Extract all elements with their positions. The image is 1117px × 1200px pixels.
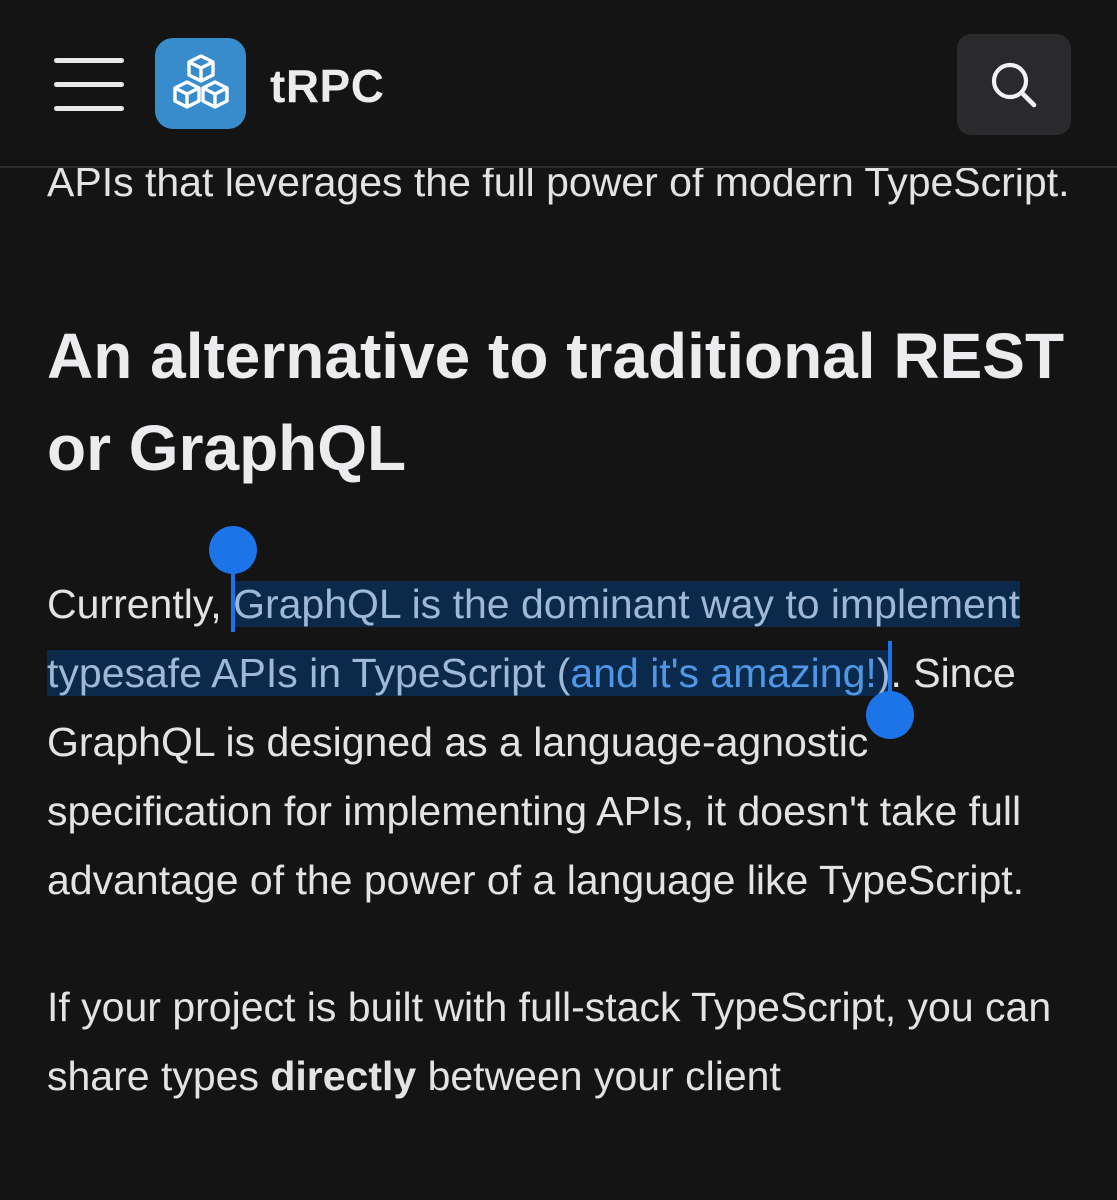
menu-bar — [54, 82, 124, 87]
top-navbar: tRPC — [0, 0, 1117, 168]
paragraph-graphql: Currently, GraphQL is the dominant way t… — [47, 526, 1077, 915]
paragraph-fullstack: If your project is built with full-stack… — [47, 973, 1077, 1111]
cubes-logo-svg — [172, 53, 229, 109]
article-content: APIs that leverages the full power of mo… — [47, 148, 1077, 1111]
cubes-logo-icon[interactable] — [155, 38, 246, 129]
section-heading: An alternative to traditional REST or Gr… — [47, 320, 1065, 484]
hamburger-menu-icon[interactable] — [54, 58, 124, 112]
menu-bar — [54, 106, 124, 111]
menu-bar — [54, 58, 124, 63]
paragraph-end: between your client — [416, 1053, 781, 1099]
search-button[interactable] — [957, 34, 1071, 135]
selection-handle-knob[interactable] — [209, 526, 258, 574]
brand-name[interactable]: tRPC — [270, 56, 384, 116]
and-its-amazing-link[interactable]: and it's amazing! — [570, 650, 876, 696]
selection-handle-knob[interactable] — [866, 691, 915, 739]
bold-directly: directly — [270, 1053, 417, 1099]
search-icon — [991, 62, 1037, 107]
paragraph-lead: Currently, — [47, 581, 234, 627]
